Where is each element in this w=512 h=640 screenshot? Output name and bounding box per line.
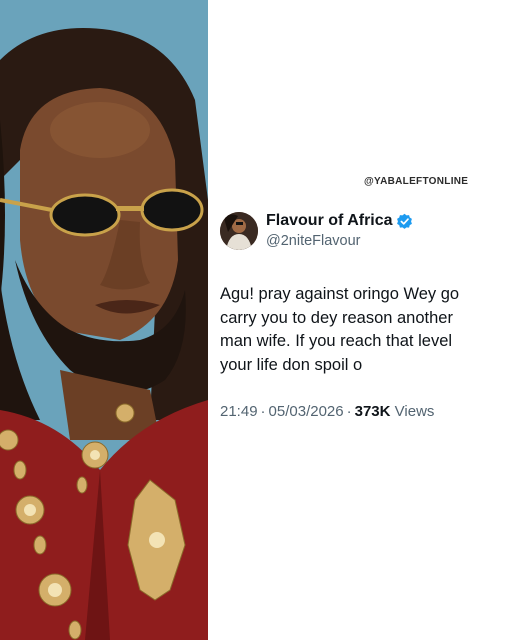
profile-avatar[interactable] — [220, 212, 258, 250]
meta-separator: · — [260, 403, 266, 420]
profile-photo — [0, 0, 208, 640]
display-name[interactable]: Flavour of Africa — [266, 212, 393, 230]
user-handle[interactable]: @2niteFlavour — [266, 233, 361, 249]
views-label: Views — [394, 403, 435, 420]
views-count[interactable]: 373K — [355, 403, 391, 420]
verified-badge-icon — [397, 213, 412, 229]
tweet-time[interactable]: 21:49 — [220, 403, 258, 420]
tweet-date[interactable]: 05/03/2026 — [269, 403, 344, 420]
tweet-meta: 21:49 · 05/03/2026 · 373K Views — [220, 403, 434, 420]
meta-separator: · — [346, 403, 352, 420]
tweet-text: Agu! pray against oringo Wey go carry yo… — [220, 285, 460, 374]
watermark-label: @YABALEFTONLINE — [364, 176, 469, 187]
